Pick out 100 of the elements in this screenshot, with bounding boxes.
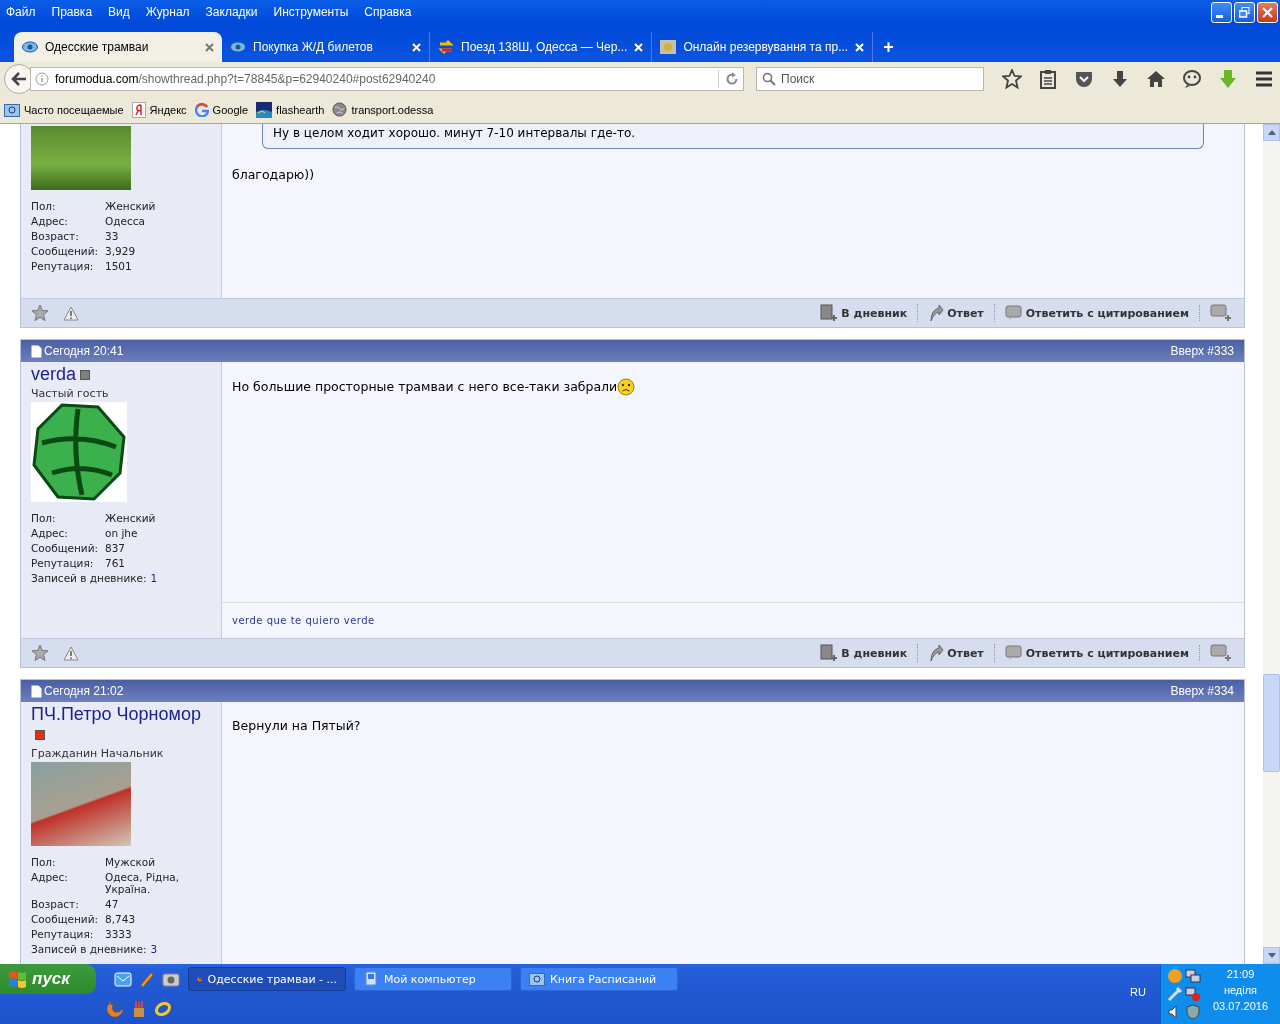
stat-label: Адрес: xyxy=(31,215,69,227)
start-button[interactable]: пуск xyxy=(0,964,96,994)
stat-label: Репутация: xyxy=(31,557,95,569)
clipboard-list-icon[interactable] xyxy=(1038,69,1058,89)
stat-label: Возраст: xyxy=(31,898,80,910)
quote-box: Ну в целом ходит хорошо. минут 7-10 интервалы где-то. xyxy=(262,124,1204,149)
warning-icon[interactable] xyxy=(63,305,79,321)
star-icon[interactable] xyxy=(31,304,49,322)
arrows-icon xyxy=(438,39,454,55)
menu-item[interactable]: Справка xyxy=(364,5,412,19)
multi-quote-icon[interactable] xyxy=(1210,304,1234,322)
stat-value: Одеса, Рідна, Україна. xyxy=(105,871,180,895)
stat-label: Пол: xyxy=(31,200,57,212)
network-error-icon[interactable] xyxy=(1185,986,1201,1002)
stat-value: Женский xyxy=(105,200,156,212)
stat-value: 47 xyxy=(105,898,119,910)
speech-bubble-icon xyxy=(1004,305,1023,321)
document-icon xyxy=(31,684,42,698)
scrollbar-thumb[interactable] xyxy=(1263,674,1280,772)
bookmark-link[interactable]: Google xyxy=(194,102,249,117)
quote-reply-button[interactable]: Ответить с цитированием xyxy=(994,305,1200,321)
user-title: Частый гость xyxy=(31,387,110,400)
menu-item[interactable]: Вид xyxy=(108,5,130,19)
diary-button[interactable]: В дневник xyxy=(810,644,919,662)
download-icon[interactable] xyxy=(1110,69,1130,89)
new-tab-button[interactable]: + xyxy=(873,37,904,62)
info-icon[interactable] xyxy=(35,72,49,86)
stat-label: Возраст: xyxy=(31,230,80,242)
minimize-button[interactable] xyxy=(1211,1,1232,23)
computer-icon xyxy=(363,971,379,987)
bookmark-star-icon[interactable] xyxy=(1002,69,1022,89)
smiley-icon[interactable] xyxy=(1182,69,1202,89)
clock-day: неділя xyxy=(1223,984,1258,996)
stat-link[interactable]: 3 xyxy=(150,943,158,955)
menu-item[interactable]: Закладки xyxy=(205,5,258,19)
clock-time: 21:09 xyxy=(1226,968,1255,980)
down-arrow-icon xyxy=(1267,953,1276,958)
taskbar-button[interactable]: Мой компьютер xyxy=(354,967,512,991)
diary-button[interactable]: В дневник xyxy=(810,304,919,322)
up-arrow-icon xyxy=(1267,130,1276,135)
stat-label: Записей в дневнике: xyxy=(31,572,147,584)
pencil-icon[interactable] xyxy=(138,970,156,988)
scroll-down-button[interactable] xyxy=(1263,947,1280,964)
curved-arrow-icon xyxy=(928,644,945,662)
star-icon[interactable] xyxy=(31,644,49,662)
search-icon xyxy=(762,72,776,86)
multi-quote-icon[interactable] xyxy=(1210,644,1234,662)
menu-item[interactable]: Правка xyxy=(51,5,93,19)
ring-icon[interactable] xyxy=(154,1000,172,1018)
bookmark-link[interactable]: Часто посещаемые xyxy=(4,102,124,117)
browser-tab[interactable]: Одесские трамваи xyxy=(14,32,222,62)
reply-button[interactable]: Ответ xyxy=(918,644,995,662)
eye-icon xyxy=(22,41,38,53)
bookmark-link[interactable]: transport.odessa xyxy=(332,102,434,117)
pocket-icon[interactable] xyxy=(1074,69,1094,89)
tab-close-icon[interactable] xyxy=(205,42,214,52)
stat-value: Одесса xyxy=(105,215,145,227)
post-number-link[interactable]: Вверх #333 xyxy=(1170,344,1234,358)
stat-value: Женский xyxy=(105,512,156,524)
menu-icon[interactable] xyxy=(1254,69,1274,89)
bookmark-link[interactable]: flashearth xyxy=(256,101,325,118)
mail-icon[interactable] xyxy=(114,970,132,988)
address-bar[interactable]: forumodua.com/showthread.php?t=78845&p=62940240#post62940240 xyxy=(30,67,744,91)
close-icon xyxy=(1262,6,1273,18)
letter-icon xyxy=(131,101,146,118)
earth-image-icon xyxy=(256,101,273,118)
quote-reply-button[interactable]: Ответить с цитированием xyxy=(994,645,1200,661)
reload-icon[interactable] xyxy=(725,72,739,86)
taskbar-button[interactable]: Книга Расписаний xyxy=(520,967,678,991)
diary-add-icon xyxy=(820,304,839,322)
speech-bubble-icon xyxy=(1004,645,1023,661)
scroll-up-button[interactable] xyxy=(1263,124,1280,141)
username-link[interactable]: verda xyxy=(31,364,77,384)
home-icon[interactable] xyxy=(1146,69,1166,89)
close-button[interactable] xyxy=(1257,1,1278,23)
language-indicator[interactable]: RU xyxy=(1130,986,1146,1024)
restore-button[interactable] xyxy=(1234,1,1255,23)
curved-arrow-icon xyxy=(928,304,945,322)
stat-link[interactable]: 1 xyxy=(150,572,158,584)
stat-value: 761 xyxy=(105,557,126,569)
warning-icon[interactable] xyxy=(63,645,79,661)
bookmark-link[interactable]: Яндекс xyxy=(131,101,187,118)
menu-item[interactable]: Журнал xyxy=(145,5,190,19)
reply-button[interactable]: Ответ xyxy=(918,304,995,322)
post-date: Сегодня 21:02 xyxy=(44,684,124,698)
menu-item[interactable]: Файл xyxy=(6,5,36,19)
post-number-link[interactable]: Вверх #334 xyxy=(1170,684,1234,698)
stat-label: Репутация: xyxy=(31,260,95,272)
windows-flag-icon xyxy=(8,970,28,988)
search-field[interactable]: Поиск xyxy=(756,67,984,91)
stat-value: on jhe xyxy=(105,527,138,539)
user-title: Гражданин Начальник xyxy=(31,747,165,760)
camera-icon[interactable] xyxy=(162,970,180,988)
fox-globe-icon[interactable] xyxy=(106,1000,124,1018)
stat-value: 837 xyxy=(105,542,126,554)
stat-value: 3333 xyxy=(105,928,132,940)
network-icon[interactable] xyxy=(1185,968,1201,984)
taskbar-button[interactable]: Одесские трамваи - ... xyxy=(188,967,346,991)
menu-item[interactable]: Инструменты xyxy=(273,5,349,19)
username-link[interactable]: ПЧ.Петро Чорномор xyxy=(31,704,201,724)
